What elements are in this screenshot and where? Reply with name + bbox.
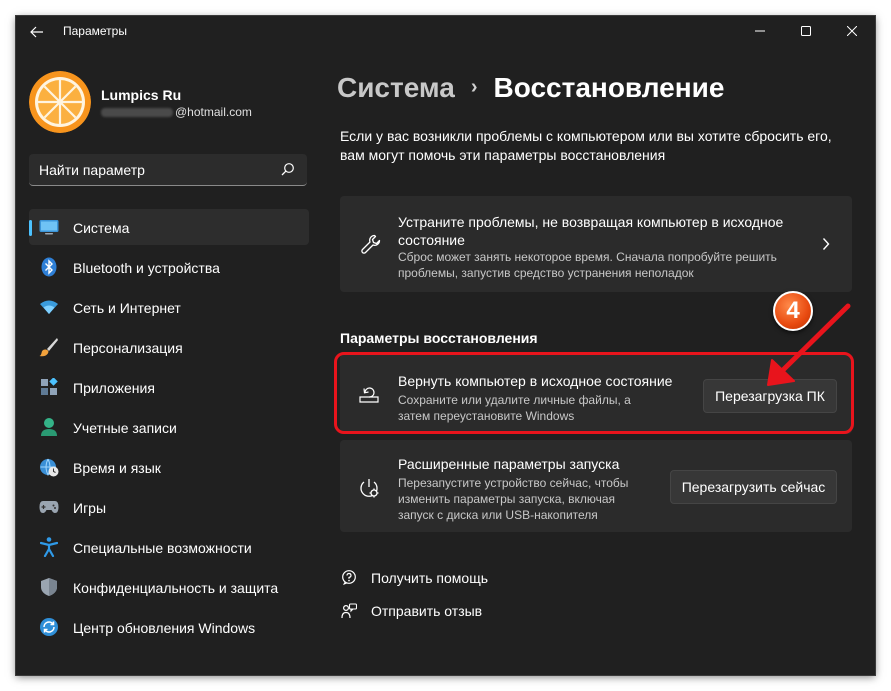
back-button[interactable]	[26, 22, 48, 42]
settings-window: Параметры Lumpics Ru @hotmail.com Найти …	[16, 16, 875, 675]
wifi-icon	[39, 297, 59, 317]
sidebar-item-bluetooth[interactable]: Bluetooth и устройства	[29, 249, 309, 285]
fix-problems-card[interactable]: Устраните проблемы, не возвращая компьют…	[340, 196, 852, 292]
advanced-card-subtitle: Перезапустите устройство сейчас, чтобы и…	[398, 476, 629, 522]
breadcrumb: Система › Восстановление	[337, 72, 724, 104]
wrench-icon	[359, 232, 383, 256]
minimize-button[interactable]	[737, 16, 783, 46]
breadcrumb-separator: ›	[470, 75, 478, 98]
email-redaction	[101, 107, 173, 117]
recovery-section-title: Параметры восстановления	[340, 330, 538, 346]
sidebar-item-personalization[interactable]: Персонализация	[29, 329, 309, 365]
update-icon	[39, 617, 59, 637]
app-title: Параметры	[63, 24, 127, 38]
page-description: Если у вас возникли проблемы с компьютер…	[340, 128, 832, 163]
sidebar-item-gaming[interactable]: Игры	[29, 489, 309, 525]
sidebar-item-accessibility[interactable]: Специальные возможности	[29, 529, 309, 565]
chevron-right-icon	[822, 238, 830, 250]
monitor-icon	[39, 217, 59, 237]
maximize-button[interactable]	[783, 16, 829, 46]
highlight-frame	[334, 352, 854, 434]
sidebar-item-privacy[interactable]: Конфиденциальность и защита	[29, 569, 309, 605]
globe-clock-icon	[39, 457, 59, 477]
brush-icon	[39, 337, 59, 357]
advanced-startup-icon	[357, 476, 381, 500]
orange-slice-avatar-icon	[29, 71, 91, 133]
user-email: @hotmail.com	[101, 105, 252, 119]
sidebar-item-label: Конфиденциальность и защита	[73, 580, 279, 596]
title-bar: Параметры	[16, 16, 875, 48]
get-help-label: Получить помощь	[371, 570, 489, 586]
sidebar-item-label: Приложения	[73, 380, 155, 396]
bluetooth-icon	[39, 257, 59, 277]
minimize-icon	[755, 30, 765, 32]
close-button[interactable]	[829, 16, 875, 46]
sidebar-item-label: Центр обновления Windows	[73, 620, 256, 636]
search-input[interactable]: Найти параметр	[39, 162, 145, 178]
sidebar-item-label: Bluetooth и устройства	[73, 260, 220, 276]
sidebar-item-label: Сеть и Интернет	[73, 300, 181, 316]
sidebar-item-system[interactable]: Система	[29, 209, 309, 245]
sidebar-nav: Система Bluetooth и устройства Сеть и Ин…	[29, 209, 309, 649]
shield-icon	[39, 577, 59, 597]
maximize-icon	[801, 26, 811, 36]
fix-card-title: Устраните проблемы, не возвращая компьют…	[398, 214, 784, 248]
sidebar-item-network[interactable]: Сеть и Интернет	[29, 289, 309, 325]
sidebar-item-windows-update[interactable]: Центр обновления Windows	[29, 609, 309, 645]
send-feedback-link[interactable]: Отправить отзыв	[340, 602, 482, 620]
gamepad-icon	[39, 497, 59, 517]
sidebar-item-label: Специальные возможности	[73, 540, 252, 556]
sidebar-item-label: Система	[73, 220, 130, 236]
apps-icon	[39, 377, 59, 397]
person-icon	[39, 417, 59, 437]
sidebar-item-apps[interactable]: Приложения	[29, 369, 309, 405]
search-box[interactable]: Найти параметр	[29, 154, 307, 186]
sidebar-item-label: Время и язык	[73, 460, 161, 476]
step-number-badge: 4	[773, 291, 813, 331]
restart-now-button[interactable]: Перезагрузить сейчас	[670, 470, 837, 504]
page-title: Восстановление	[493, 72, 725, 103]
send-feedback-label: Отправить отзыв	[371, 603, 483, 619]
sidebar-item-time-language[interactable]: Время и язык	[29, 449, 309, 485]
help-icon	[340, 569, 358, 587]
sidebar-item-label: Игры	[73, 500, 107, 516]
sidebar-item-label: Персонализация	[73, 340, 183, 356]
breadcrumb-parent[interactable]: Система	[337, 72, 455, 104]
search-icon[interactable]	[281, 162, 295, 176]
advanced-card-title: Расширенные параметры запуска	[398, 456, 620, 472]
advanced-startup-card: Расширенные параметры запуска Перезапуст…	[340, 440, 852, 532]
close-icon	[847, 26, 857, 36]
avatar[interactable]	[29, 71, 91, 133]
email-domain: @hotmail.com	[175, 105, 252, 119]
user-name: Lumpics Ru	[101, 87, 182, 103]
feedback-icon	[340, 602, 358, 620]
sidebar-item-label: Учетные записи	[73, 420, 177, 436]
fix-card-subtitle: Сброс может занять некоторое время. Снач…	[398, 250, 777, 280]
sidebar-item-accounts[interactable]: Учетные записи	[29, 409, 309, 445]
accessibility-icon	[39, 537, 59, 557]
get-help-link[interactable]: Получить помощь	[340, 569, 488, 587]
active-indicator	[29, 220, 32, 236]
back-arrow-icon	[30, 26, 43, 38]
